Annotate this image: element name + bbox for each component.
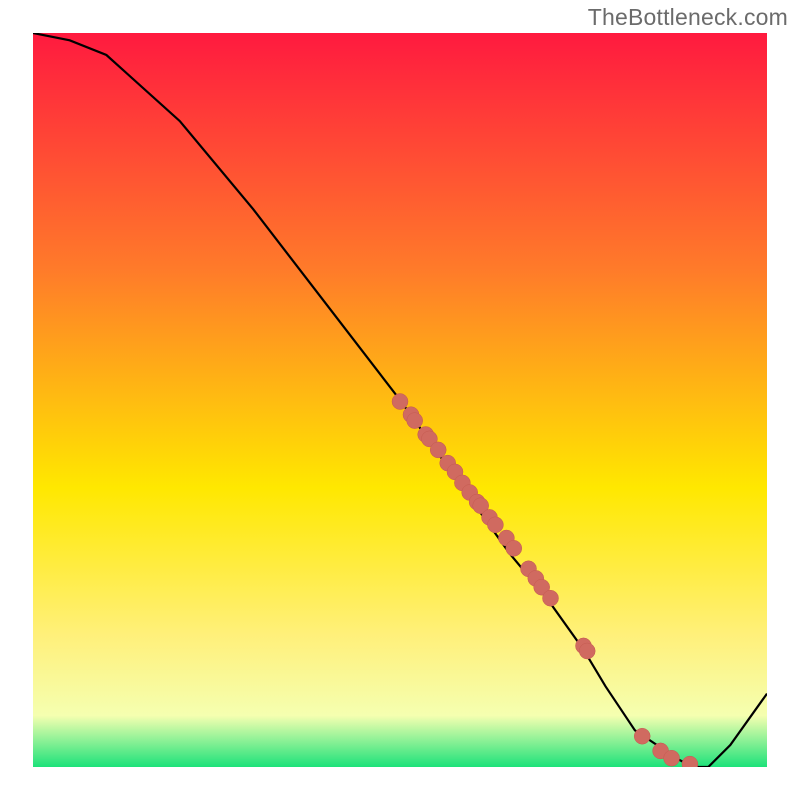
curve-marker (392, 394, 408, 410)
watermark-text: TheBottleneck.com (588, 4, 788, 31)
curve-marker (407, 413, 423, 429)
curve-marker (634, 728, 650, 744)
chart-container: TheBottleneck.com (0, 0, 800, 800)
curve-marker (579, 643, 595, 659)
curve-marker (664, 750, 680, 766)
curve-marker (430, 442, 446, 458)
curve-marker (506, 540, 522, 556)
curve-marker (487, 517, 503, 533)
curve-marker (682, 756, 698, 772)
bottleneck-chart (0, 0, 800, 800)
curve-marker (543, 590, 559, 606)
